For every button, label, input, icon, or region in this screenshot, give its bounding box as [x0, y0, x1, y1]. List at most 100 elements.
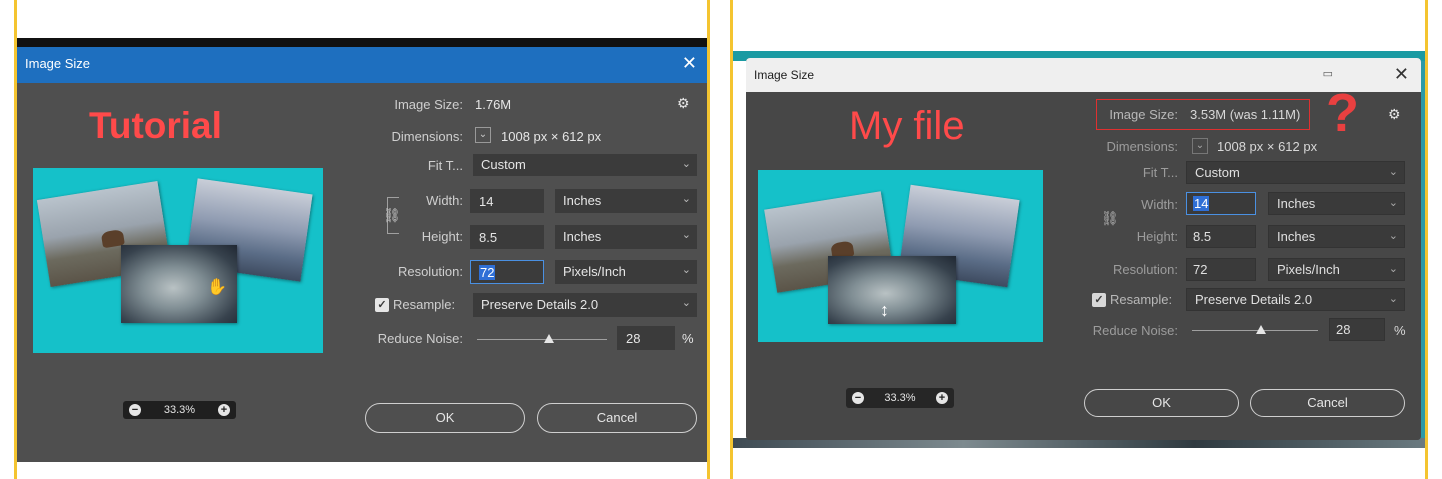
image-preview[interactable]: ↕	[758, 170, 1043, 342]
resample-value: Preserve Details 2.0	[1195, 292, 1313, 307]
preview-photo-ice-rock: ↕	[828, 256, 956, 324]
height-unit-value: Inches	[563, 229, 602, 244]
resample-checkbox[interactable]: ✓	[375, 298, 389, 312]
height-label: Height:	[1136, 229, 1178, 244]
reduce-noise-input[interactable]: 28	[1329, 318, 1385, 341]
resample-select[interactable]: Preserve Details 2.0 ⌄	[1186, 288, 1405, 311]
dialog-body: My file ↕ − 33.3% + Image Size: 3.53M (w…	[746, 83, 1421, 440]
dimensions-value: 1008 px × 612 px	[1217, 139, 1318, 154]
resize-vertical-icon: ↕	[880, 300, 889, 320]
reduce-noise-slider[interactable]	[477, 339, 607, 340]
cancel-button[interactable]: Cancel	[537, 403, 697, 433]
chevron-down-icon: ⌄	[681, 229, 691, 241]
resolution-input[interactable]: 72	[1186, 258, 1256, 281]
reduce-noise-input[interactable]: 28	[617, 326, 675, 350]
gear-icon[interactable]: ⚙	[677, 95, 690, 112]
width-unit-value: Inches	[1277, 196, 1316, 211]
fit-to-value: Custom	[1195, 165, 1240, 180]
resample-label: Resample:	[393, 297, 456, 312]
height-unit-value: Inches	[1277, 229, 1316, 244]
height-input[interactable]: 8.5	[470, 225, 544, 249]
resolution-unit-select[interactable]: Pixels/Inch ⌄	[555, 260, 697, 284]
resolution-label: Resolution:	[1112, 262, 1178, 277]
percent-unit: %	[1394, 323, 1406, 338]
ok-button[interactable]: OK	[365, 403, 525, 433]
dimensions-label: Dimensions:	[391, 129, 463, 144]
screen-icon[interactable]: ▭	[1323, 67, 1333, 80]
dimensions-value: 1008 px × 612 px	[501, 129, 602, 144]
fit-to-select[interactable]: Custom ⌄	[473, 154, 697, 176]
dialog-title: Image Size	[25, 56, 91, 71]
zoom-in-icon[interactable]: +	[936, 392, 948, 404]
image-preview[interactable]: ✋	[33, 168, 323, 353]
dialog-titlebar: Image Size ▭ ✕	[746, 58, 1421, 92]
image-size-dialog: Image Size ✕ Tutorial ✋ − 33.3% + Image …	[17, 38, 707, 462]
chevron-down-icon: ⌄	[1388, 230, 1398, 242]
fit-to-label: Fit T...	[427, 158, 463, 173]
reduce-noise-label: Reduce Noise:	[1092, 323, 1178, 338]
resolution-unit-value: Pixels/Inch	[563, 264, 626, 279]
my-file-panel: Image Size ▭ ✕ My file ↕ − 33.3% + Image…	[730, 0, 1428, 479]
width-unit-select[interactable]: Inches ⌄	[1268, 192, 1405, 215]
height-unit-select[interactable]: Inches ⌄	[1268, 225, 1405, 248]
chevron-down-icon: ⌄	[681, 264, 691, 276]
width-unit-value: Inches	[563, 193, 602, 208]
dialog-title: Image Size	[754, 68, 815, 82]
dialog-titlebar: Image Size ✕	[17, 47, 707, 83]
link-chain-icon[interactable]: ⛓	[383, 207, 401, 224]
chevron-down-icon: ⌄	[681, 193, 691, 205]
close-icon[interactable]: ✕	[682, 53, 697, 74]
chevron-down-icon: ⌄	[1388, 197, 1398, 209]
tutorial-panel: Image Size ✕ Tutorial ✋ − 33.3% + Image …	[14, 0, 710, 479]
gear-icon[interactable]: ⚙	[1388, 106, 1401, 123]
dimensions-label: Dimensions:	[1106, 139, 1178, 154]
resample-label: Resample:	[1110, 292, 1173, 307]
link-chain-icon[interactable]: ⛓	[1101, 210, 1119, 227]
preview-photo-ice-rock: ✋	[121, 245, 237, 323]
width-label: Width:	[1141, 197, 1178, 212]
window-top-strip	[17, 38, 707, 47]
resolution-input[interactable]: 72	[470, 260, 544, 284]
resolution-unit-value: Pixels/Inch	[1277, 262, 1340, 277]
width-unit-select[interactable]: Inches ⌄	[555, 189, 697, 213]
annotation-tutorial-label: Tutorial	[89, 105, 222, 146]
image-size-label: Image Size:	[394, 97, 463, 112]
zoom-control: − 33.3% +	[123, 401, 236, 419]
zoom-in-icon[interactable]: +	[218, 404, 230, 416]
chevron-down-icon: ⌄	[681, 297, 691, 309]
annotation-question-mark: ?	[1326, 83, 1359, 143]
annotation-my-file-label: My file	[849, 104, 965, 148]
chevron-down-icon[interactable]: ⌄	[475, 127, 491, 143]
fit-to-select[interactable]: Custom ⌄	[1186, 161, 1405, 184]
reduce-noise-label: Reduce Noise:	[377, 331, 463, 346]
chevron-down-icon[interactable]: ⌄	[1192, 138, 1208, 154]
image-size-value: 3.53M (was 1.11M)	[1190, 107, 1301, 122]
hand-cursor-icon: ✋	[207, 279, 227, 296]
fit-to-value: Custom	[481, 157, 526, 172]
image-size-label: Image Size:	[1109, 107, 1178, 122]
resolution-unit-select[interactable]: Pixels/Inch ⌄	[1268, 258, 1405, 281]
slider-thumb[interactable]	[1256, 325, 1267, 334]
resample-checkbox[interactable]: ✓	[1092, 293, 1106, 307]
height-unit-select[interactable]: Inches ⌄	[555, 225, 697, 249]
slider-thumb[interactable]	[543, 334, 554, 343]
reduce-noise-slider[interactable]	[1192, 330, 1318, 331]
width-label: Width:	[426, 193, 463, 208]
chevron-down-icon: ⌄	[1388, 263, 1398, 275]
zoom-control: − 33.3% +	[846, 388, 954, 408]
width-input[interactable]: 14	[1186, 192, 1256, 215]
height-input[interactable]: 8.5	[1186, 225, 1256, 248]
chevron-down-icon: ⌄	[681, 158, 691, 170]
chevron-down-icon: ⌄	[1388, 293, 1398, 305]
width-selected-text: 14	[1193, 196, 1210, 211]
resolution-label: Resolution:	[397, 264, 463, 279]
resample-select[interactable]: Preserve Details 2.0 ⌄	[473, 293, 697, 317]
width-input[interactable]: 14	[470, 189, 544, 213]
height-label: Height:	[421, 229, 463, 244]
ok-button[interactable]: OK	[1084, 389, 1239, 417]
cancel-button[interactable]: Cancel	[1250, 389, 1405, 417]
resolution-selected-text: 72	[479, 265, 496, 280]
close-icon[interactable]: ✕	[1394, 64, 1409, 85]
image-size-value: 1.76M	[475, 97, 512, 112]
percent-unit: %	[682, 331, 694, 346]
